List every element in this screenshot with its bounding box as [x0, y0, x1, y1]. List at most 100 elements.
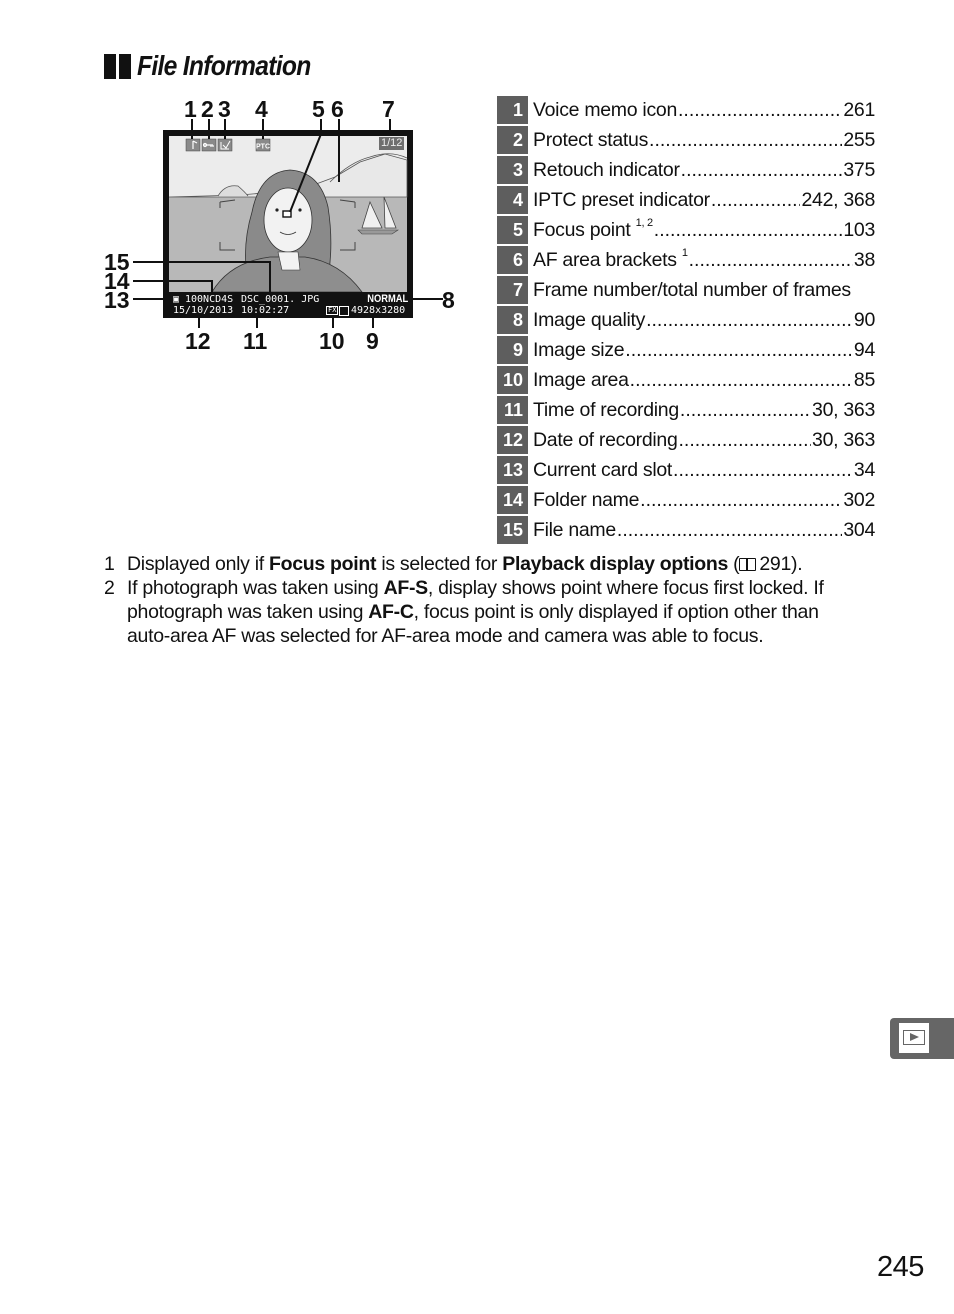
reference-label: Focus point 1, 2: [533, 216, 653, 241]
reference-number-badge: 6: [497, 246, 528, 274]
leader-dots: [678, 99, 842, 122]
callout-8: 8: [442, 287, 455, 313]
reference-page[interactable]: 38: [854, 249, 875, 272]
section-title: File Information: [137, 50, 311, 81]
image-size-large-icon: [339, 306, 349, 316]
page-number: 245: [877, 1251, 924, 1283]
section-heading: File Information: [104, 50, 334, 82]
svg-text:PTC: PTC: [256, 144, 270, 151]
reference-item: 4IPTC preset indicator 242, 368: [497, 185, 875, 215]
reference-page[interactable]: 90: [854, 309, 875, 332]
reference-page[interactable]: 85: [854, 369, 875, 392]
reference-number-badge: 12: [497, 426, 528, 454]
footnote: 1 Displayed only if Focus point is select…: [104, 552, 864, 576]
footnote-ref: 1: [681, 246, 688, 259]
leader-dots: [678, 429, 811, 452]
reference-item: 14Folder name 302: [497, 485, 875, 515]
reference-label: IPTC preset indicator: [533, 188, 710, 211]
reference-label: Image area: [533, 368, 629, 391]
reference-number-badge: 2: [497, 126, 528, 154]
reference-label: Date of recording: [533, 428, 678, 451]
footnote-text: If photograph was taken using AF-S, disp…: [127, 577, 824, 647]
reference-number-badge: 3: [497, 156, 528, 184]
reference-list: 1Voice memo icon2612Protect status 255 3Re…: [497, 95, 875, 545]
reference-label: File name: [533, 518, 616, 541]
reference-label: Frame number/total number of frames: [533, 278, 851, 301]
leader-dots: [640, 489, 842, 512]
reference-page[interactable]: 103: [843, 219, 875, 242]
reference-page[interactable]: 255: [843, 129, 875, 152]
reference-item: 15File name 304: [497, 515, 875, 545]
reference-label: Folder name: [533, 488, 640, 511]
reference-item: 10Image area 85: [497, 365, 875, 395]
reference-number-badge: 15: [497, 516, 528, 544]
reference-page[interactable]: 30, 363: [812, 399, 875, 422]
leader-dots: [673, 459, 853, 482]
reference-page[interactable]: 94: [854, 339, 875, 362]
reference-page[interactable]: 302: [843, 489, 875, 512]
reference-label: Time of recording: [533, 398, 679, 421]
frame-counter: 1/12: [379, 137, 405, 150]
callout-6: 6: [331, 96, 344, 122]
leader-dots: [617, 519, 842, 542]
footnote-number: 2: [104, 577, 115, 599]
reference-label: Image quality: [533, 308, 646, 331]
reference-item: 9Image size 94: [497, 335, 875, 365]
leader-dots: [681, 159, 843, 182]
callout-15: 15: [104, 249, 130, 275]
reference-item: 2Protect status 255: [497, 125, 875, 155]
reference-page[interactable]: 261: [843, 99, 875, 122]
callout-7: 7: [382, 96, 395, 122]
illustration-graphic: PTC: [133, 119, 443, 328]
reference-number-badge: 1: [497, 96, 528, 124]
reference-page[interactable]: 304: [843, 519, 875, 542]
reference-item: 12Date of recording 30, 363: [497, 425, 875, 455]
reference-page[interactable]: 34: [854, 459, 875, 482]
reference-label: Protect status: [533, 128, 649, 151]
image-area-fx-icon: FX: [326, 306, 339, 315]
file-name: DSC_0001. JPG: [241, 294, 320, 305]
reference-page[interactable]: 242, 368: [801, 189, 875, 212]
reference-item: 11Time of recording 30, 363: [497, 395, 875, 425]
reference-number-badge: 9: [497, 336, 528, 364]
portrait-face: [263, 187, 313, 253]
callout-5: 5: [312, 96, 325, 122]
callout-10: 10: [319, 328, 345, 354]
leader-dots: [680, 399, 811, 422]
reference-number-badge: 11: [497, 396, 528, 424]
book-icon: [739, 558, 757, 571]
leader-dots: [711, 189, 801, 212]
reference-number-badge: 8: [497, 306, 528, 334]
reference-label: Current card slot: [533, 458, 673, 481]
reference-item: 8Image quality 90: [497, 305, 875, 335]
leader-dots: [689, 249, 853, 272]
leader-dots: [630, 369, 853, 392]
reference-number-badge: 13: [497, 456, 528, 484]
folder-name: 100NCD4S: [185, 294, 234, 305]
callout-2: 2: [201, 96, 214, 122]
footnote-text: Displayed only if Focus point is selecte…: [127, 553, 803, 575]
footnote-ref: 1, 2: [635, 216, 653, 229]
reference-page[interactable]: 30, 363: [812, 429, 875, 452]
callout-9: 9: [366, 328, 379, 354]
section-marker-icon: [104, 53, 131, 79]
recording-date: 15/10/2013: [173, 305, 234, 316]
reference-item: 3Retouch indicator 375: [497, 155, 875, 185]
reference-label: Retouch indicator: [533, 158, 680, 181]
reference-item: 1Voice memo icon 261: [497, 95, 875, 125]
footnote-number: 1: [104, 553, 115, 575]
callout-1: 1: [184, 96, 197, 122]
reference-item: 13Current card slot 34: [497, 455, 875, 485]
reference-number-badge: 4: [497, 186, 528, 214]
playback-section-tab: [890, 1018, 954, 1059]
reference-number-badge: 10: [497, 366, 528, 394]
reference-number-badge: 14: [497, 486, 528, 514]
leader-dots: [654, 219, 843, 242]
footnotes: 1 Displayed only if Focus point is select…: [104, 552, 864, 648]
image-size: 4928x3280: [351, 305, 406, 316]
callout-11: 11: [243, 328, 268, 354]
reference-page[interactable]: 375: [843, 159, 875, 182]
leader-dots: [646, 309, 853, 332]
callout-4: 4: [255, 96, 268, 122]
reference-number-badge: 5: [497, 216, 528, 244]
